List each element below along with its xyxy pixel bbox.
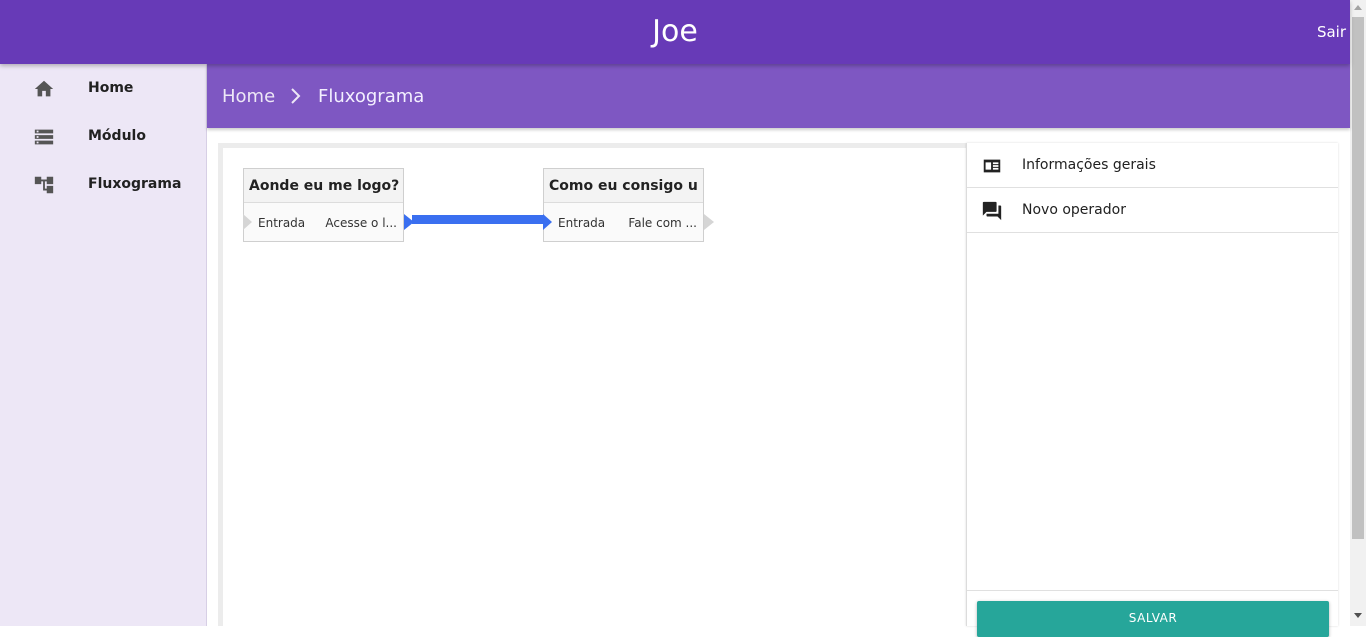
flow-connection[interactable] [412, 215, 546, 224]
node-output-port[interactable] [704, 214, 714, 230]
flow-node[interactable]: Aonde eu me logo? Entrada Acesse o l... [243, 168, 414, 242]
breadcrumb-home[interactable]: Home [222, 86, 275, 108]
sidebar-item-module[interactable]: Módulo [0, 116, 206, 156]
sidebar-item-label: Fluxograma [88, 176, 182, 192]
breadcrumb-current: Fluxograma [318, 86, 425, 107]
scroll-down-icon[interactable] [1354, 613, 1362, 618]
logout-link[interactable]: Sair [1317, 23, 1346, 41]
panel-item-label: Novo operador [1022, 202, 1126, 218]
node-title: Como eu consigo u... [549, 178, 699, 194]
panel-item-new-operator[interactable]: Novo operador [967, 188, 1338, 233]
sidebar: Home Módulo Fluxograma [0, 64, 207, 626]
chat-icon [982, 201, 1002, 221]
side-panel: Informações gerais Novo operador SALVAR [966, 143, 1338, 637]
sidebar-item-home[interactable]: Home [0, 68, 206, 108]
node-body: Entrada Acesse o l... [243, 202, 414, 241]
node-body: Entrada Fale com ... [543, 202, 714, 241]
flowchart-icon [34, 176, 54, 194]
node-input-label: Entrada [558, 216, 606, 230]
sidebar-item-flowchart[interactable]: Fluxograma [0, 164, 206, 204]
save-button[interactable]: SALVAR [977, 601, 1329, 637]
divider [967, 590, 1338, 591]
panel-item-general-info[interactable]: Informações gerais [967, 143, 1338, 188]
scrollbar[interactable] [1350, 0, 1366, 626]
breadcrumb: Home Fluxograma [207, 64, 1350, 128]
sidebar-item-label: Módulo [88, 128, 146, 144]
chevron-right-icon [291, 88, 301, 104]
node-input-port[interactable] [243, 214, 252, 230]
scrollbar-thumb[interactable] [1352, 17, 1364, 539]
scroll-up-icon[interactable] [1354, 5, 1362, 10]
node-output-label: Fale com ... [628, 216, 697, 230]
app-bar: Joe Sair [0, 0, 1350, 64]
flow-node[interactable]: Como eu consigo u... Entrada Fale com ..… [543, 168, 714, 242]
panel-item-label: Informações gerais [1022, 157, 1156, 173]
app-title: Joe [652, 14, 698, 49]
module-icon [34, 129, 54, 145]
node-output-label: Acesse o l... [325, 216, 397, 230]
sidebar-item-label: Home [88, 80, 134, 96]
home-icon [34, 80, 54, 97]
info-card-icon [983, 159, 1001, 173]
node-input-port[interactable] [543, 214, 552, 230]
node-title: Aonde eu me logo? [249, 178, 399, 194]
node-input-label: Entrada [258, 216, 306, 230]
